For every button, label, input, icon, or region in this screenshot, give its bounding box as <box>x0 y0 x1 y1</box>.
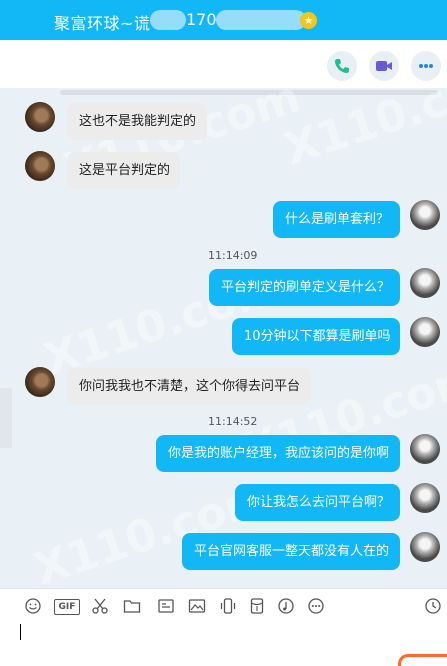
avatar[interactable] <box>410 268 440 298</box>
incoming-message[interactable]: 这是平台判定的 <box>67 152 180 189</box>
contact-name: 聚富环球~谎 <box>54 14 151 33</box>
outgoing-message[interactable]: 平台官网客服一整天都没有人在的 <box>182 533 400 570</box>
emoji-icon[interactable] <box>24 597 42 615</box>
avatar[interactable] <box>25 151 55 181</box>
timestamp: 11:14:09 <box>208 249 258 262</box>
avatar[interactable] <box>410 200 440 230</box>
timestamp: 11:14:52 <box>208 415 258 428</box>
gif-icon[interactable]: GIF <box>54 599 80 615</box>
avatar[interactable] <box>410 434 440 464</box>
redacted-region <box>216 10 306 30</box>
outgoing-message[interactable]: 你是我的账户经理，我应该问的是你啊 <box>156 435 400 472</box>
incoming-message[interactable]: 你问我我也不清楚，这个你得去问平台 <box>67 368 311 405</box>
title-bar: 聚富环球~谎 170 ★ <box>0 0 447 40</box>
outgoing-message[interactable]: 平台判定的刷单定义是什么？ <box>209 269 400 306</box>
more-icon <box>419 64 433 68</box>
screen-icon[interactable] <box>157 597 175 615</box>
chat-toolbar <box>0 40 447 88</box>
voice-call-button[interactable] <box>327 51 357 81</box>
music-icon[interactable] <box>277 597 295 615</box>
outgoing-message[interactable]: 你让我怎么去问平台啊？ <box>235 484 400 521</box>
avatar[interactable] <box>410 532 440 562</box>
send-button-edge[interactable] <box>398 654 447 666</box>
video-icon <box>376 61 392 71</box>
message-list[interactable]: X110.com X110.com X110.com X110.com X110… <box>0 88 447 588</box>
scrollbar[interactable] <box>60 90 438 95</box>
incoming-message[interactable]: 这也不是我能判定的 <box>67 103 207 140</box>
input-toolbar: GIF <box>0 588 447 625</box>
image-icon[interactable] <box>188 597 206 615</box>
avatar[interactable] <box>410 317 440 347</box>
folder-icon[interactable] <box>123 597 141 615</box>
outgoing-message[interactable]: 10分钟以下都算是刷单吗 <box>232 318 400 355</box>
shake-icon[interactable] <box>219 597 237 615</box>
more-tools-icon[interactable] <box>307 597 325 615</box>
more-options-button[interactable] <box>411 51 441 81</box>
avatar[interactable] <box>25 102 55 132</box>
history-icon[interactable] <box>424 597 442 615</box>
message-input[interactable] <box>0 624 447 666</box>
side-handle[interactable] <box>0 388 12 448</box>
redacted-region <box>150 10 186 30</box>
video-call-button[interactable] <box>369 51 399 81</box>
contact-number: 170 <box>186 10 217 29</box>
avatar[interactable] <box>25 367 55 397</box>
watermark: X110.com <box>278 88 447 176</box>
avatar[interactable] <box>410 483 440 513</box>
phone-icon <box>335 59 349 73</box>
vip-badge-icon: ★ <box>300 12 317 29</box>
text-cursor <box>20 624 21 640</box>
red-packet-icon[interactable] <box>248 597 266 615</box>
outgoing-message[interactable]: 什么是刷单套利？ <box>273 201 400 238</box>
scissors-icon[interactable] <box>91 597 109 615</box>
